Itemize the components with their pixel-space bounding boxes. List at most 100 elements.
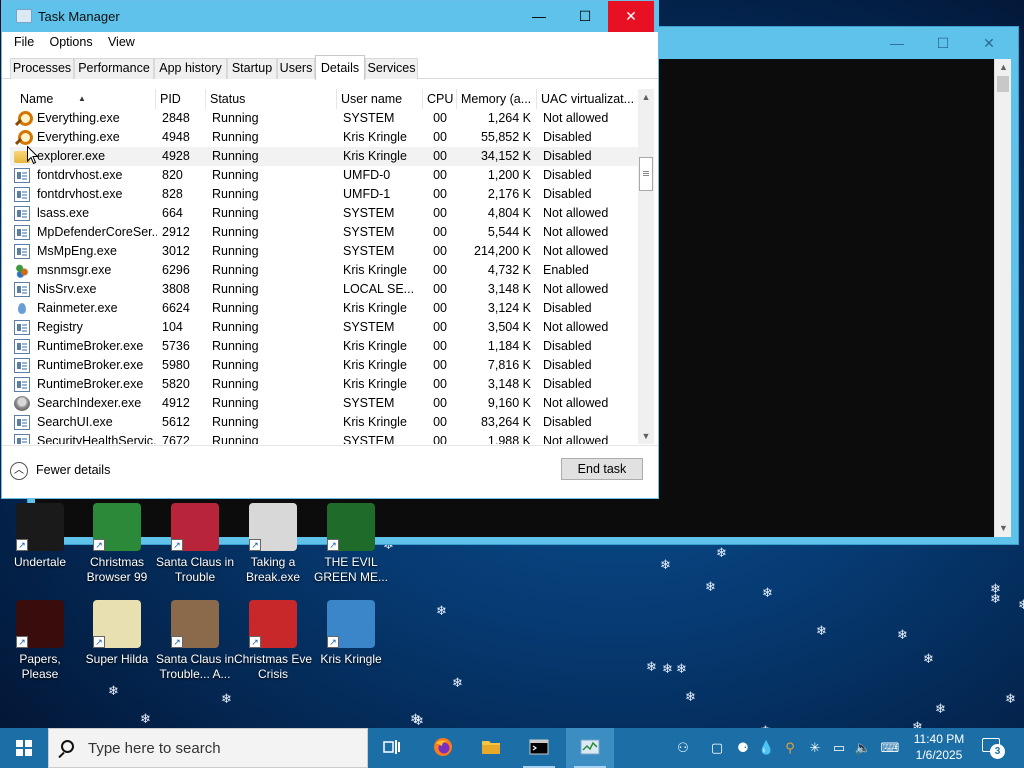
- drop-icon: [14, 301, 30, 316]
- taskbar-task-manager[interactable]: [566, 728, 614, 768]
- tray-app-icon[interactable]: ▢: [708, 728, 726, 768]
- taskbar-search-box[interactable]: Type here to search: [48, 728, 368, 768]
- column-header-status[interactable]: Status: [206, 89, 337, 109]
- table-row[interactable]: Everything.exe 2848 Running SYSTEM 00 1,264 K…: [10, 109, 638, 128]
- people-icon[interactable]: ⚇: [672, 728, 694, 768]
- table-row[interactable]: MsMpEng.exe 3012 Running SYSTEM 00 214,200 K N…: [10, 242, 638, 261]
- cell-uac: Disabled: [543, 130, 592, 144]
- desktop-shortcut[interactable]: ↗ Taking a Break.exe: [233, 503, 313, 585]
- desktop-shortcut[interactable]: ↗ Kris Kringle: [311, 600, 391, 667]
- column-header-pid[interactable]: PID: [156, 89, 206, 109]
- table-row[interactable]: RuntimeBroker.exe 5736 Running Kris Kringle…: [10, 337, 638, 356]
- tab-users[interactable]: Users: [277, 58, 315, 79]
- table-row[interactable]: lsass.exe 664 Running SYSTEM 00 4,804 K Not al…: [10, 204, 638, 223]
- desktop-shortcut[interactable]: ↗ Santa Claus in Trouble... A...: [155, 600, 235, 682]
- table-row[interactable]: SearchUI.exe 5612 Running Kris Kringle 00 83,…: [10, 413, 638, 432]
- menu-file[interactable]: File: [8, 33, 40, 51]
- table-row[interactable]: RuntimeBroker.exe 5980 Running Kris Kringle…: [10, 356, 638, 375]
- scroll-up-arrow-icon[interactable]: ▲: [995, 59, 1012, 76]
- task-view-button[interactable]: [368, 728, 416, 768]
- column-header-name-label: Name: [20, 92, 54, 106]
- end-task-button[interactable]: End task: [561, 458, 643, 480]
- close-icon[interactable]: ✕: [608, 1, 654, 32]
- desktop-shortcut[interactable]: ↗ Christmas Eve Crisis: [233, 600, 313, 682]
- start-button[interactable]: [0, 728, 48, 768]
- details-scrollbar[interactable]: ▲ ▼: [638, 89, 654, 444]
- table-row[interactable]: MpDefenderCoreSer... 2912 Running SYSTEM 00 5…: [10, 223, 638, 242]
- close-icon[interactable]: ✕: [966, 27, 1012, 59]
- column-header-name[interactable]: Name ▲: [10, 89, 156, 109]
- desktop-shortcut[interactable]: ↗ Super Hilda: [77, 600, 157, 667]
- column-header-user-name[interactable]: User name: [337, 89, 423, 109]
- snowflake-tray-icon[interactable]: ✳: [805, 728, 825, 768]
- table-row[interactable]: fontdrvhost.exe 828 Running UMFD-1 00 2,176 K…: [10, 185, 638, 204]
- cell-user-name: Kris Kringle: [343, 377, 407, 391]
- scroll-thumb[interactable]: [639, 157, 653, 191]
- keyboard-icon[interactable]: ⌨: [878, 728, 902, 768]
- fewer-details-button[interactable]: ︿ Fewer details: [10, 459, 110, 481]
- table-row[interactable]: explorer.exe 4928 Running Kris Kringle 00 34,…: [10, 147, 638, 166]
- network-icon[interactable]: ▭: [829, 728, 849, 768]
- cell-memory: 2,176 K: [487, 187, 531, 201]
- desktop-shortcut[interactable]: ↗ Papers, Please: [0, 600, 80, 682]
- tab-app-history[interactable]: App history: [154, 58, 227, 79]
- cell-memory: 3,148 K: [487, 282, 531, 296]
- minimize-icon[interactable]: —: [874, 27, 920, 59]
- table-row[interactable]: fontdrvhost.exe 820 Running UMFD-0 00 1,200 K…: [10, 166, 638, 185]
- console-scrollbar[interactable]: ▲ ▼: [994, 59, 1011, 537]
- cell-uac: Not allowed: [543, 434, 609, 444]
- cell-memory: 34,152 K: [480, 149, 531, 163]
- tab-performance[interactable]: Performance: [74, 58, 154, 79]
- cell-uac: Not allowed: [543, 282, 609, 296]
- desktop-shortcut-label: Santa Claus in Trouble... A...: [155, 652, 235, 681]
- msn-tray-icon[interactable]: ⚈: [733, 728, 753, 768]
- cell-memory: 83,264 K: [480, 415, 531, 429]
- details-grid[interactable]: Name ▲ PID Status User name CPU Memory (…: [10, 89, 654, 444]
- action-center-button[interactable]: 3: [980, 736, 1005, 759]
- table-row[interactable]: SecurityHealthServic... 7672 Running SYSTEM…: [10, 432, 638, 444]
- menu-options[interactable]: Options: [44, 33, 99, 51]
- desktop-shortcut[interactable]: ↗ Santa Claus in Trouble: [155, 503, 235, 585]
- scroll-thumb[interactable]: [997, 76, 1009, 92]
- task-manager-titlebar[interactable]: Task Manager — ☐ ✕: [2, 1, 658, 32]
- table-row[interactable]: Rainmeter.exe 6624 Running Kris Kringle 00 3,…: [10, 299, 638, 318]
- maximize-icon[interactable]: ☐: [920, 27, 966, 59]
- cell-cpu: 00: [433, 320, 447, 334]
- scroll-down-arrow-icon[interactable]: ▼: [638, 428, 654, 444]
- taskbar-command-prompt[interactable]: [515, 728, 563, 768]
- everything-tray-icon[interactable]: ⚲: [780, 728, 800, 768]
- tab-details[interactable]: Details: [315, 55, 365, 80]
- cell-cpu: 00: [433, 358, 447, 372]
- scroll-down-arrow-icon[interactable]: ▼: [995, 520, 1012, 537]
- table-row[interactable]: Registry 104 Running SYSTEM 00 3,504 K Not all…: [10, 318, 638, 337]
- volume-icon[interactable]: 🔈: [852, 728, 874, 768]
- tab-startup[interactable]: Startup: [227, 58, 277, 79]
- shortcut-image-icon: ↗: [249, 600, 297, 648]
- minimize-icon[interactable]: —: [516, 1, 562, 32]
- task-manager-window[interactable]: Task Manager — ☐ ✕ File Options View Pro…: [1, 0, 659, 499]
- tab-services[interactable]: Services: [365, 58, 418, 79]
- cell-status: Running: [212, 282, 259, 296]
- table-row[interactable]: SearchIndexer.exe 4912 Running SYSTEM 00 9,16…: [10, 394, 638, 413]
- menu-view[interactable]: View: [102, 33, 141, 51]
- taskbar-file-explorer[interactable]: [467, 728, 515, 768]
- taskbar-clock[interactable]: 11:40 PM 1/6/2025: [906, 731, 972, 763]
- table-row[interactable]: NisSrv.exe 3808 Running LOCAL SE... 00 3,148 …: [10, 280, 638, 299]
- cell-name: Rainmeter.exe: [37, 301, 118, 315]
- table-row[interactable]: msnmsgr.exe 6296 Running Kris Kringle 00 4,73…: [10, 261, 638, 280]
- table-row[interactable]: Everything.exe 4948 Running Kris Kringle 00 5…: [10, 128, 638, 147]
- column-header-memory[interactable]: Memory (a...: [457, 89, 537, 109]
- column-header-cpu[interactable]: CPU: [423, 89, 457, 109]
- scroll-up-arrow-icon[interactable]: ▲: [638, 89, 654, 105]
- shortcut-image-icon: ↗: [249, 503, 297, 551]
- tab-processes[interactable]: Processes: [10, 58, 74, 79]
- table-row[interactable]: RuntimeBroker.exe 5820 Running Kris Kringle…: [10, 375, 638, 394]
- maximize-icon[interactable]: ☐: [562, 1, 608, 32]
- desktop-shortcut[interactable]: ↗ Christmas Browser 99: [77, 503, 157, 585]
- taskbar-firefox[interactable]: [419, 728, 467, 768]
- rainmeter-tray-icon[interactable]: 💧: [758, 728, 774, 768]
- desktop-shortcut[interactable]: ↗ THE EVIL GREEN ME...: [311, 503, 391, 585]
- desktop-shortcut[interactable]: ↗ Undertale: [0, 503, 80, 570]
- desktop-shortcut-label: Undertale: [13, 555, 67, 569]
- column-header-uac[interactable]: UAC virtualizat...: [537, 89, 638, 109]
